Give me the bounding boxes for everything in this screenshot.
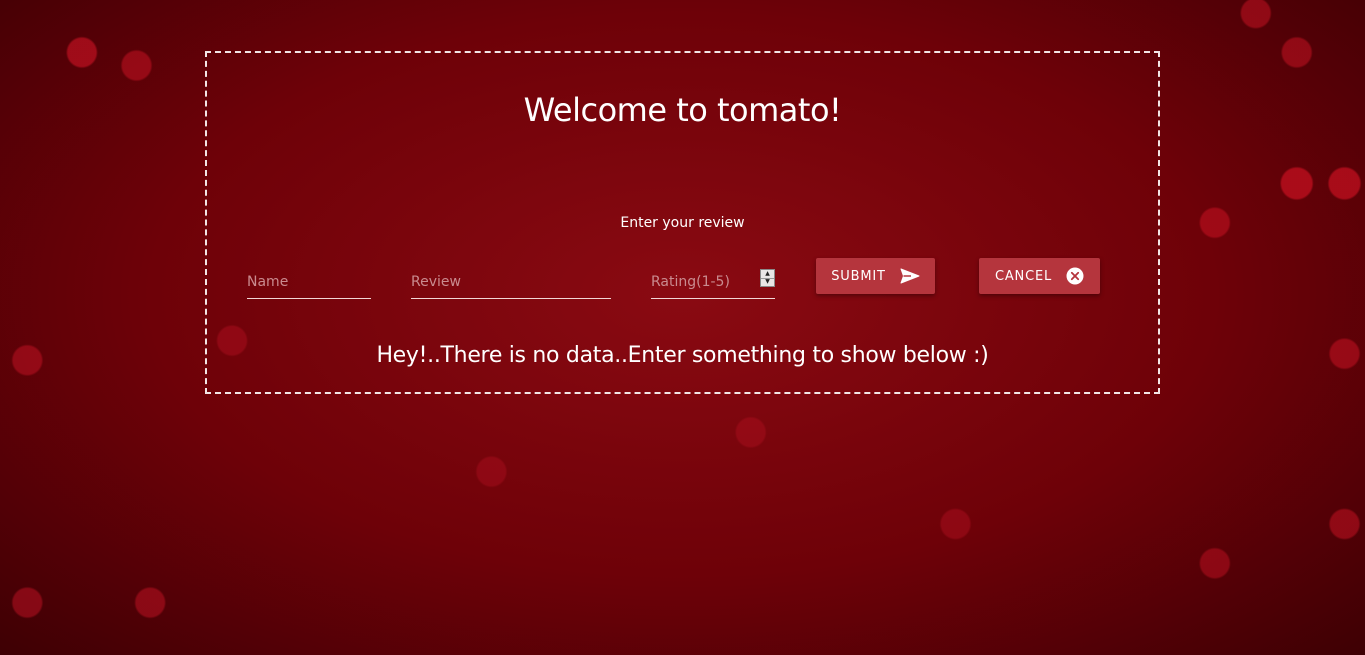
stepper-up-icon[interactable]: ▲	[761, 270, 774, 278]
review-input[interactable]	[411, 265, 611, 298]
name-input[interactable]	[247, 265, 371, 298]
rating-input[interactable]	[651, 265, 775, 298]
review-panel: Welcome to tomato! Enter your review ▲ ▼…	[205, 51, 1160, 394]
stepper-down-icon[interactable]: ▼	[761, 277, 774, 287]
rating-field[interactable]: ▲ ▼	[651, 265, 775, 299]
review-field[interactable]	[411, 265, 611, 299]
submit-button-label: SUBMIT	[831, 268, 886, 284]
submit-button[interactable]: SUBMIT	[816, 258, 935, 294]
empty-state-message: Hey!..There is no data..Enter something …	[376, 343, 989, 368]
close-circle-icon	[1066, 267, 1084, 285]
cancel-button-label: CANCEL	[994, 268, 1053, 284]
name-field[interactable]	[247, 265, 371, 299]
form-subtitle: Enter your review	[620, 215, 745, 231]
rating-stepper[interactable]: ▲ ▼	[760, 269, 775, 287]
page-title: Welcome to tomato!	[523, 91, 842, 129]
send-icon	[900, 268, 920, 284]
cancel-button[interactable]: CANCEL	[979, 258, 1100, 294]
